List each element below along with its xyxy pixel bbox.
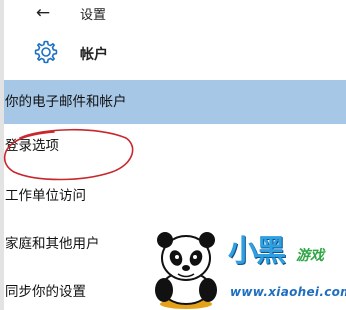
section-header: 帐户	[0, 36, 346, 72]
nav-item-sign-in-options[interactable]: 登录选项	[4, 124, 346, 174]
section-title: 帐户	[80, 47, 108, 63]
nav-item-label: 登录选项	[5, 138, 59, 154]
panda-mascot-icon	[155, 232, 217, 309]
app-title: 设置	[80, 8, 107, 23]
watermark-tagline: 游戏	[296, 248, 324, 264]
gear-icon	[34, 40, 58, 64]
settings-panel: ← 设置 帐户 你的电子邮件和帐户 登录选项 工作单位访问 家庭和其他用户 同步…	[0, 0, 346, 310]
arrow-left-icon: ←	[35, 3, 51, 23]
nav-item-label: 家庭和其他用户	[5, 236, 100, 252]
watermark: 小黑 游戏 www.xiaohei.com	[148, 230, 346, 310]
nav-item-label: 你的电子邮件和帐户	[5, 94, 127, 110]
nav-item-work-access[interactable]: 工作单位访问	[4, 174, 346, 222]
watermark-url: www.xiaohei.com	[230, 285, 346, 299]
nav-item-label: 同步你的设置	[5, 284, 86, 300]
back-button[interactable]: ←	[30, 2, 56, 24]
title-bar: ← 设置	[0, 0, 346, 28]
watermark-brand: 小黑	[228, 234, 286, 269]
nav-item-label: 工作单位访问	[5, 188, 86, 204]
nav-item-email-accounts[interactable]: 你的电子邮件和帐户	[4, 80, 346, 124]
